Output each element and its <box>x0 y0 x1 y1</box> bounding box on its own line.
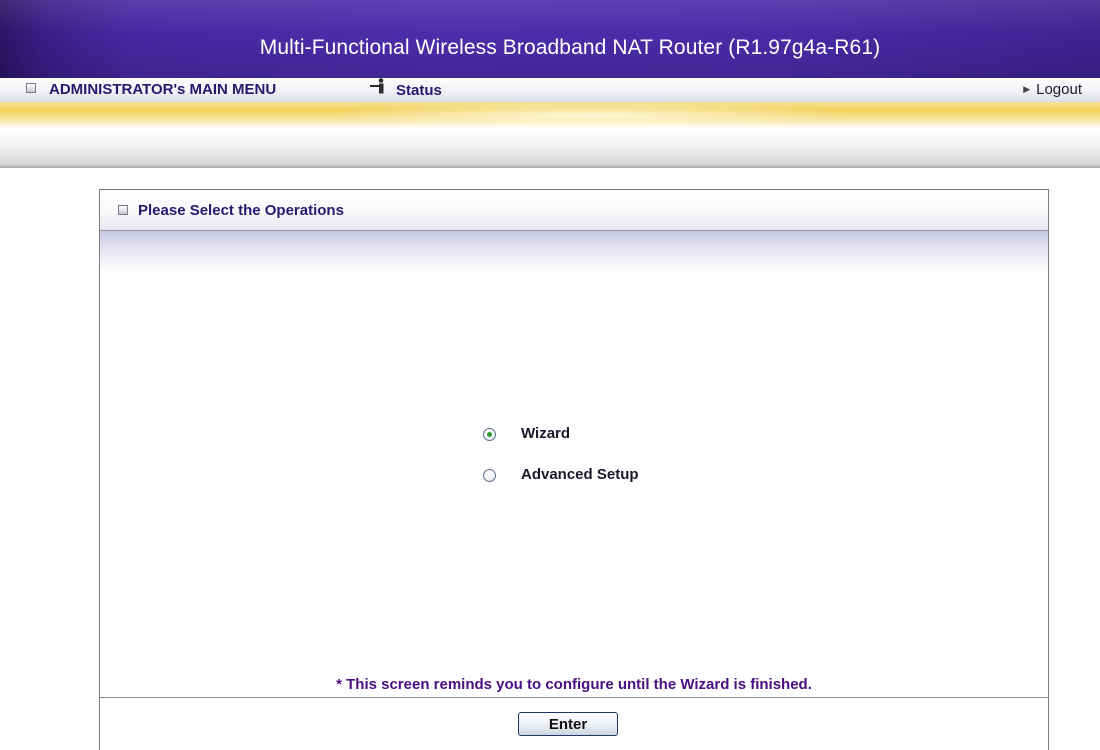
wizard-label[interactable]: Wizard <box>521 425 570 442</box>
panel-title: Please Select the Operations <box>138 202 344 219</box>
wizard-radio[interactable] <box>483 428 496 441</box>
page-title: Multi-Functional Wireless Broadband NAT … <box>259 36 881 59</box>
panel-divider <box>100 697 1048 698</box>
logout-link[interactable]: ▶ Logout <box>1023 81 1082 98</box>
square-bullet-icon <box>118 205 128 215</box>
admin-main-menu-label: ADMINISTRATOR's MAIN MENU <box>49 81 277 98</box>
wizard-reminder-text: * This screen reminds you to configure u… <box>336 676 812 693</box>
triangle-right-icon: ▶ <box>1023 84 1031 94</box>
decorative-yellow-band <box>0 102 1100 128</box>
status-link[interactable]: Status <box>368 78 442 101</box>
person-status-icon <box>368 78 388 98</box>
menu-bar: ADMINISTRATOR's MAIN MENU Status ▶ Logout <box>0 78 1100 102</box>
panel-header: Please Select the Operations <box>100 190 1048 231</box>
admin-main-menu-link[interactable]: ADMINISTRATOR's MAIN MENU <box>26 81 276 98</box>
enter-button[interactable]: Enter <box>518 712 618 736</box>
status-label: Status <box>396 81 442 99</box>
decorative-grey-band <box>0 128 1100 168</box>
square-bullet-icon <box>26 83 36 94</box>
operations-panel: Please Select the Operations Wizard Adva… <box>99 189 1049 750</box>
logout-label: Logout <box>1036 81 1082 98</box>
advanced-setup-radio[interactable] <box>483 469 496 482</box>
title-bar: Multi-Functional Wireless Broadband NAT … <box>0 0 1100 78</box>
advanced-setup-label[interactable]: Advanced Setup <box>521 466 639 483</box>
band-glow <box>330 102 850 128</box>
panel-header-fade <box>100 231 1048 271</box>
